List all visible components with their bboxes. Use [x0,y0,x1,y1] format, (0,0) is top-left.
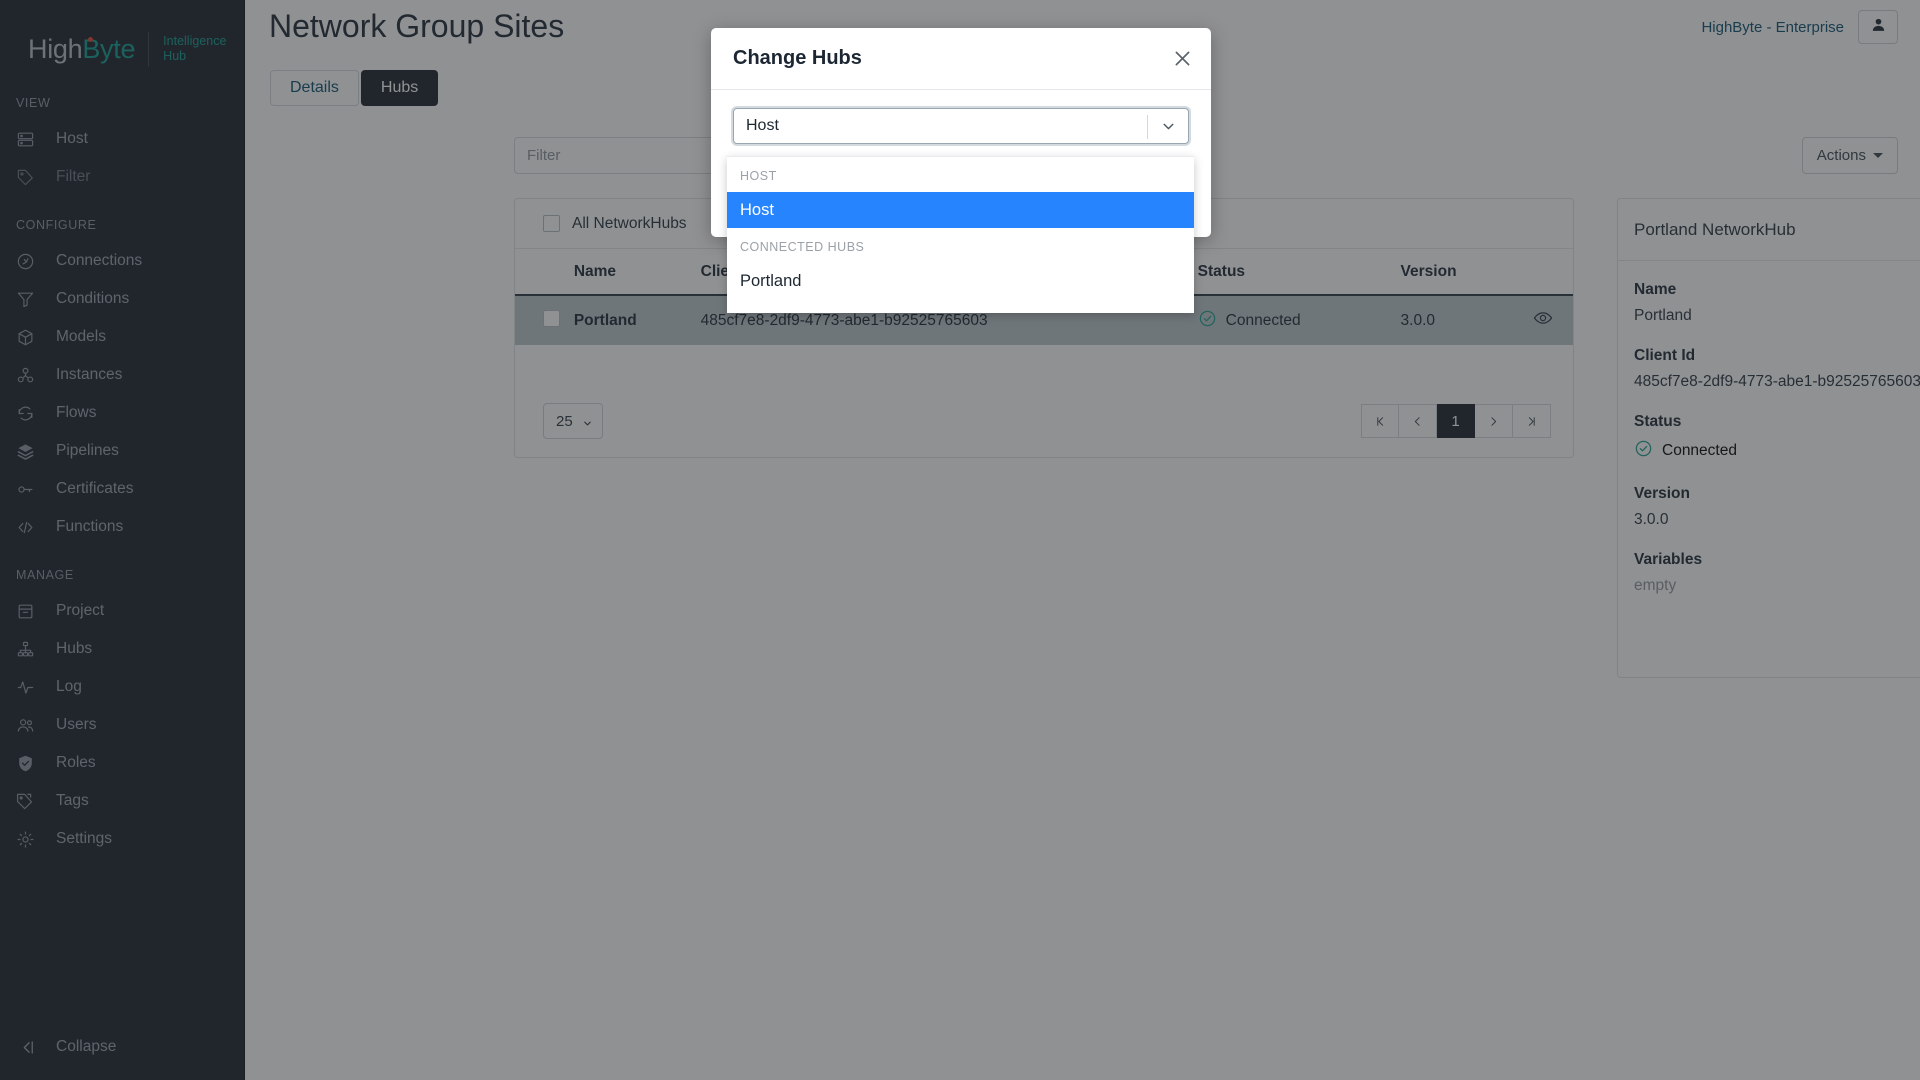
close-icon[interactable] [1172,48,1193,69]
dropdown-group-label: CONNECTED HUBS [740,240,865,254]
hub-select[interactable]: Host [733,108,1189,144]
modal-body: Host [711,90,1211,144]
hub-select-value: Host [746,117,779,134]
modal-title: Change Hubs [733,47,862,69]
hub-select-dropdown: HOST Host CONNECTED HUBS Portland [727,156,1194,313]
modal-header: Change Hubs [711,28,1211,90]
app-root: HighByte Intelligence Hub VIEWHostFilter… [0,0,1920,1080]
chevron-down-icon[interactable] [1148,109,1188,143]
dropdown-option-portland[interactable]: Portland [727,263,1194,299]
dropdown-group-label: HOST [740,169,777,183]
dropdown-option-host[interactable]: Host [727,192,1194,228]
